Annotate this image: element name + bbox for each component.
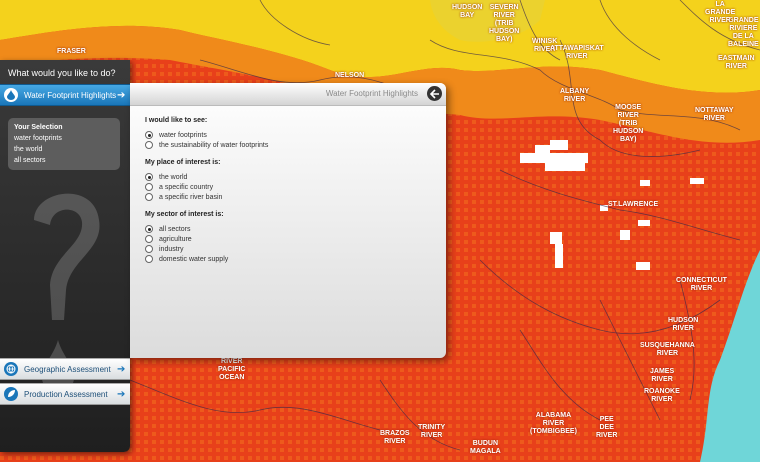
map-label-fraser: FRASER bbox=[57, 48, 86, 55]
radio-sustainability[interactable]: the sustainability of water footprints bbox=[145, 141, 268, 149]
back-arrow-icon[interactable] bbox=[427, 86, 442, 101]
radio-icon bbox=[145, 183, 153, 191]
map-label-trinity-river: TRINITY RIVER bbox=[418, 424, 446, 439]
radio-icon bbox=[145, 141, 153, 149]
map-label-moose-river: MOOSE RIVER (TRIB HUDSON BAY) bbox=[613, 104, 644, 143]
radio-icon bbox=[145, 235, 153, 243]
map-label-la-grande-river: LA GRANDE RIVER bbox=[705, 1, 736, 24]
nav-label: Production Assessment bbox=[24, 389, 108, 399]
selection-item: water footprints bbox=[14, 135, 62, 142]
nav-label: Water Footprint Highlights bbox=[24, 90, 117, 100]
panel-title: Water Footprint Highlights bbox=[325, 89, 418, 98]
question-see-label: I would like to see: bbox=[145, 117, 208, 124]
map-label-alabama-river: ALABAMA RIVER (TOMBIGBEE) bbox=[530, 412, 577, 435]
map-label-hudson-river: HUDSON RIVER bbox=[668, 317, 699, 332]
option-label: industry bbox=[159, 245, 184, 253]
panel-header: Water Footprint Highlights bbox=[130, 83, 446, 106]
radio-agriculture[interactable]: agriculture bbox=[145, 235, 192, 243]
map-label-james-river: JAMES RIVER bbox=[650, 368, 675, 383]
radio-all-sectors[interactable]: all sectors bbox=[145, 225, 191, 233]
arrow-right-icon: ➔ bbox=[117, 363, 126, 375]
radio-specific-river-basin[interactable]: a specific river basin bbox=[145, 193, 222, 201]
nav-label: Geographic Assessment bbox=[24, 364, 111, 374]
option-label: agriculture bbox=[159, 235, 192, 243]
nav-production-assessment[interactable]: Production Assessment ➔ bbox=[0, 383, 130, 405]
map-label-susquehanna-river: SUSQUEHANNA RIVER bbox=[640, 342, 695, 357]
map-label-albany-river: ALBANY RIVER bbox=[560, 88, 590, 103]
map-label-pee-dee-river: PEE DEE RIVER bbox=[596, 416, 618, 439]
radio-industry[interactable]: industry bbox=[145, 245, 184, 253]
radio-specific-country[interactable]: a specific country bbox=[145, 183, 213, 191]
option-label: water footprints bbox=[159, 131, 207, 139]
nav-geographic-assessment[interactable]: Geographic Assessment ➔ bbox=[0, 358, 130, 380]
leaf-icon bbox=[4, 387, 18, 401]
radio-icon bbox=[145, 245, 153, 253]
radio-domestic-water-supply[interactable]: domestic water supply bbox=[145, 255, 228, 263]
option-label: domestic water supply bbox=[159, 255, 229, 263]
map-label-st-lawrence: ST.LAWRENCE bbox=[608, 201, 659, 208]
map-label-attawapiskat-river: ATTAWAPISKAT RIVER bbox=[550, 45, 604, 60]
map-label-severn-river: SEVERN RIVER (TRIB HUDSON BAY) bbox=[489, 4, 520, 43]
radio-icon bbox=[145, 255, 153, 263]
radio-water-footprints[interactable]: water footprints bbox=[145, 131, 207, 139]
sidebar-title: What would you like to do? bbox=[8, 68, 116, 78]
sidebar-panel: What would you like to do? Water Footpri… bbox=[0, 60, 130, 452]
your-selection-box: Your Selection water footprints the worl… bbox=[8, 118, 120, 170]
radio-the-world[interactable]: the world bbox=[145, 173, 187, 181]
arrow-right-icon: ➔ bbox=[117, 388, 126, 400]
map-label-eastmain-river: EASTMAIN RIVER bbox=[718, 55, 755, 70]
map-label-pacific-ocean: RIVER PACIFIC OCEAN bbox=[218, 358, 246, 381]
radio-selected-icon bbox=[145, 225, 153, 233]
option-label: a specific river basin bbox=[159, 193, 223, 201]
map-label-brazos-river: BRAZOS RIVER bbox=[380, 430, 410, 445]
option-label: the world bbox=[159, 173, 188, 181]
arrow-right-icon: ➔ bbox=[117, 89, 126, 101]
option-label: all sectors bbox=[159, 225, 191, 233]
map-label-nelson: NELSON bbox=[335, 72, 365, 79]
map-label-hudson-bay: HUDSON BAY bbox=[452, 4, 483, 19]
map-label-roanoke-river: ROANOKE RIVER bbox=[644, 388, 680, 403]
selection-item: the world bbox=[14, 146, 43, 153]
option-label: the sustainability of water footprints bbox=[159, 141, 269, 149]
option-label: a specific country bbox=[159, 183, 214, 191]
selection-item: all sectors bbox=[14, 157, 46, 164]
question-place-label: My place of interest is: bbox=[145, 159, 221, 166]
selection-header: Your Selection bbox=[14, 124, 63, 131]
highlights-options-panel: Water Footprint Highlights I would like … bbox=[130, 83, 446, 358]
radio-selected-icon bbox=[145, 131, 153, 139]
question-sector-label: My sector of interest is: bbox=[145, 211, 224, 218]
water-drop-icon bbox=[4, 88, 18, 102]
map-label-nottaway-river: NOTTAWAY RIVER bbox=[695, 107, 734, 122]
nav-water-footprint-highlights[interactable]: Water Footprint Highlights ➔ bbox=[0, 84, 130, 106]
map-label-budun-magala: BUDUN MAGALA bbox=[470, 440, 501, 455]
radio-icon bbox=[145, 193, 153, 201]
globe-icon bbox=[4, 362, 18, 376]
map-label-connecticut-river: CONNECTICUT RIVER bbox=[676, 277, 727, 292]
radio-selected-icon bbox=[145, 173, 153, 181]
